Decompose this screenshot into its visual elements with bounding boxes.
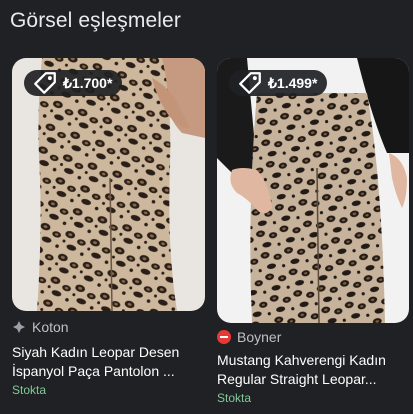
leopard-pants-image	[217, 58, 409, 323]
price-tag-icon	[34, 72, 56, 94]
price-badge: ₺1.700*	[24, 70, 123, 96]
source-row[interactable]: Boyner	[217, 329, 409, 345]
source-row[interactable]: Koton	[12, 319, 205, 335]
source-name: Koton	[32, 319, 69, 335]
product-image[interactable]: ₺1.499*	[217, 58, 409, 323]
section-title: Görsel eşleşmeler	[10, 9, 181, 32]
product-title[interactable]: Siyah Kadın Leopar Desen İspanyol Paça P…	[12, 343, 205, 381]
stock-status: Stokta	[12, 383, 47, 397]
price-text: ₺1.700*	[63, 74, 113, 91]
product-image[interactable]: ₺1.700*	[12, 58, 205, 311]
boyner-logo-icon	[217, 330, 231, 344]
product-title[interactable]: Mustang Kahverengi Kadın Regular Straigh…	[217, 351, 409, 389]
price-text: ₺1.499*	[268, 74, 318, 91]
product-card-boyner[interactable]: ₺1.499* Boyner Mustang Kahverengi Kadın …	[217, 58, 409, 405]
stock-status: Stokta	[217, 391, 252, 405]
koton-logo-icon	[13, 321, 25, 333]
product-card-koton[interactable]: ₺1.700* Koton Siyah Kadın Leopar Desen İ…	[12, 58, 205, 397]
source-name: Boyner	[237, 329, 282, 345]
price-badge: ₺1.499*	[229, 70, 328, 96]
price-tag-icon	[239, 72, 261, 94]
